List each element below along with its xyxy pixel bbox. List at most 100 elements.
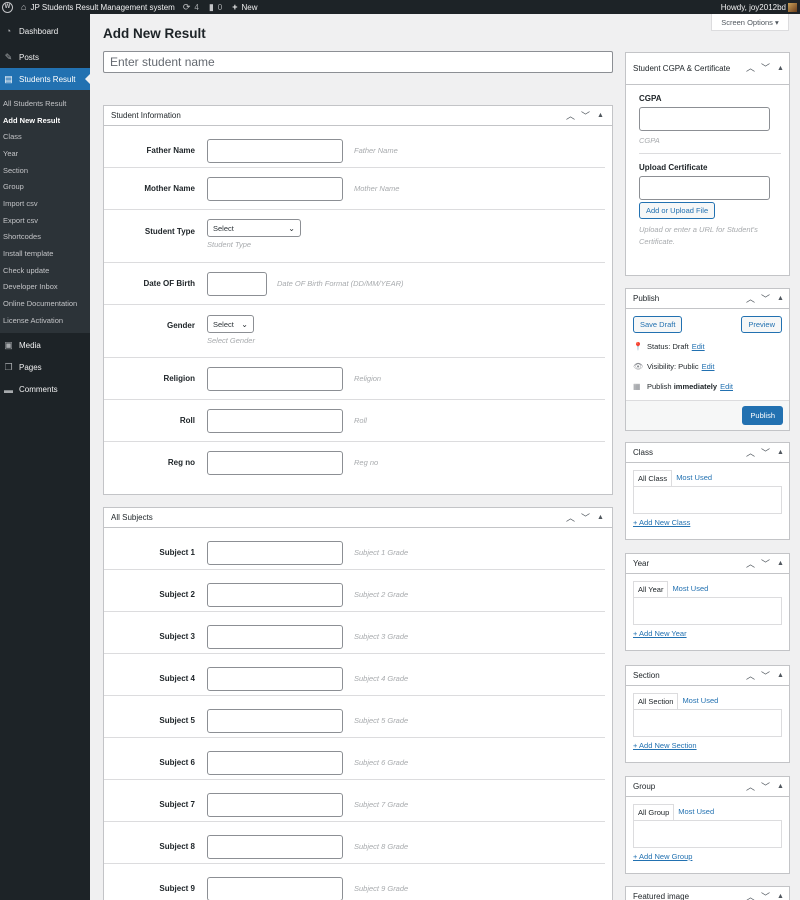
tab-all-class[interactable]: All Class [633,470,673,486]
move-up-icon[interactable]: ︿ [563,511,578,524]
box-title: Student Information [111,111,181,120]
student-name-input[interactable] [103,51,613,73]
move-up-icon[interactable]: ︿ [743,292,758,305]
subject-9-input[interactable] [207,877,343,900]
screen-options-button[interactable]: Screen Options ▾ [711,14,789,31]
preview-button[interactable]: Preview [741,316,782,333]
menu-dashboard[interactable]: ◔ Dashboard [0,20,90,42]
move-up-icon[interactable]: ︿ [563,109,578,122]
move-down-icon[interactable]: ﹀ [758,446,773,459]
move-down-icon[interactable]: ﹀ [758,669,773,682]
tab-most-used[interactable]: Most Used [674,804,718,820]
toggle-icon[interactable]: ▲ [593,112,608,119]
submenu-export-csv[interactable]: Export csv [0,212,90,229]
site-name-link[interactable]: ⌂ JP Students Result Management system [21,0,175,14]
move-up-icon[interactable]: ︿ [743,557,758,570]
religion-input[interactable] [207,367,343,391]
move-up-icon[interactable]: ︿ [743,446,758,459]
move-down-icon[interactable]: ﹀ [758,63,773,74]
publish-button[interactable]: Publish [742,406,783,425]
toggle-icon[interactable]: ▲ [773,783,788,790]
submenu-group[interactable]: Group [0,178,90,195]
move-down-icon[interactable]: ﹀ [758,890,773,900]
regno-input[interactable] [207,451,343,475]
tab-most-used[interactable]: Most Used [672,470,716,486]
add-new-year-link[interactable]: + Add New Year [633,629,789,638]
move-down-icon[interactable]: ﹀ [758,780,773,793]
class-checklist[interactable] [633,486,782,514]
submenu-license-activation[interactable]: License Activation [0,312,90,329]
roll-input[interactable] [207,409,343,433]
my-account-link[interactable]: Howdy, joy2012bd [721,0,797,14]
move-up-icon[interactable]: ︿ [743,63,758,74]
tab-all-section[interactable]: All Section [633,693,679,709]
certificate-url-input[interactable] [639,176,770,200]
year-checklist[interactable] [633,597,782,625]
tab-most-used[interactable]: Most Used [678,693,722,709]
edit-visibility-link[interactable]: Edit [702,362,715,371]
toggle-icon[interactable]: ▲ [773,63,788,74]
tab-most-used[interactable]: Most Used [668,581,712,597]
publish-label: Publish [647,381,672,391]
submenu-add-new-result[interactable]: Add New Result [0,112,90,129]
visibility-value: Public [678,361,699,371]
tab-all-year[interactable]: All Year [633,581,669,597]
toggle-icon[interactable]: ▲ [773,560,788,567]
cgpa-input[interactable] [639,107,770,131]
section-checklist[interactable] [633,709,782,737]
menu-pages[interactable]: ❐ Pages [0,357,90,379]
subject-2-input[interactable] [207,583,343,607]
subject-4-input[interactable] [207,667,343,691]
submenu-import-csv[interactable]: Import csv [0,195,90,212]
subject-6-input[interactable] [207,751,343,775]
move-up-icon[interactable]: ︿ [743,669,758,682]
submenu-section[interactable]: Section [0,162,90,179]
menu-posts[interactable]: ✎ Posts [0,46,90,68]
add-new-class-link[interactable]: + Add New Class [633,518,789,527]
move-up-icon[interactable]: ︿ [743,780,758,793]
submenu-install-template[interactable]: Install template [0,245,90,262]
subject-1-input[interactable] [207,541,343,565]
add-new-group-link[interactable]: + Add New Group [633,852,789,861]
comments-link[interactable]: ▮ 0 [209,0,232,14]
edit-schedule-link[interactable]: Edit [720,382,733,391]
move-down-icon[interactable]: ﹀ [758,292,773,305]
submenu-year[interactable]: Year [0,145,90,162]
submenu-check-update[interactable]: Check update [0,262,90,279]
group-checklist[interactable] [633,820,782,848]
subject-8-input[interactable] [207,835,343,859]
toggle-icon[interactable]: ▲ [773,295,788,302]
submenu-developer-inbox[interactable]: Developer Inbox [0,279,90,296]
menu-students-result[interactable]: ▤ Students Result [0,68,90,90]
edit-status-link[interactable]: Edit [692,342,705,351]
add-upload-file-button[interactable]: Add or Upload File [639,202,716,219]
add-new-section-link[interactable]: + Add New Section [633,741,789,750]
subject-7-input[interactable] [207,793,343,817]
dob-input[interactable] [207,272,267,296]
mother-name-input[interactable] [207,177,343,201]
move-down-icon[interactable]: ﹀ [758,557,773,570]
submenu-online-documentation[interactable]: Online Documentation [0,295,90,312]
subject-5-input[interactable] [207,709,343,733]
save-draft-button[interactable]: Save Draft [633,316,683,333]
submenu-shortcodes[interactable]: Shortcodes [0,229,90,246]
menu-comments[interactable]: ▬ Comments [0,379,90,401]
move-up-icon[interactable]: ︿ [743,890,758,900]
toggle-icon[interactable]: ▲ [593,514,608,521]
toggle-icon[interactable]: ▲ [773,672,788,679]
tab-all-group[interactable]: All Group [633,804,675,820]
submenu-all-students-result[interactable]: All Students Result [0,95,90,112]
toggle-icon[interactable]: ▲ [773,893,788,900]
move-down-icon[interactable]: ﹀ [578,511,593,524]
wp-logo-menu[interactable]: W [0,0,21,14]
menu-media[interactable]: ▣ Media [0,335,90,357]
toggle-icon[interactable]: ▲ [773,449,788,456]
father-name-input[interactable] [207,139,343,163]
gender-select[interactable]: Select ⌄ [207,315,254,333]
move-down-icon[interactable]: ﹀ [578,109,593,122]
new-content-link[interactable]: + New [232,0,257,14]
updates-link[interactable]: ⟳ 4 [183,0,209,14]
subject-3-input[interactable] [207,625,343,649]
student-type-select[interactable]: Select ⌄ [207,219,301,237]
submenu-class[interactable]: Class [0,128,90,145]
